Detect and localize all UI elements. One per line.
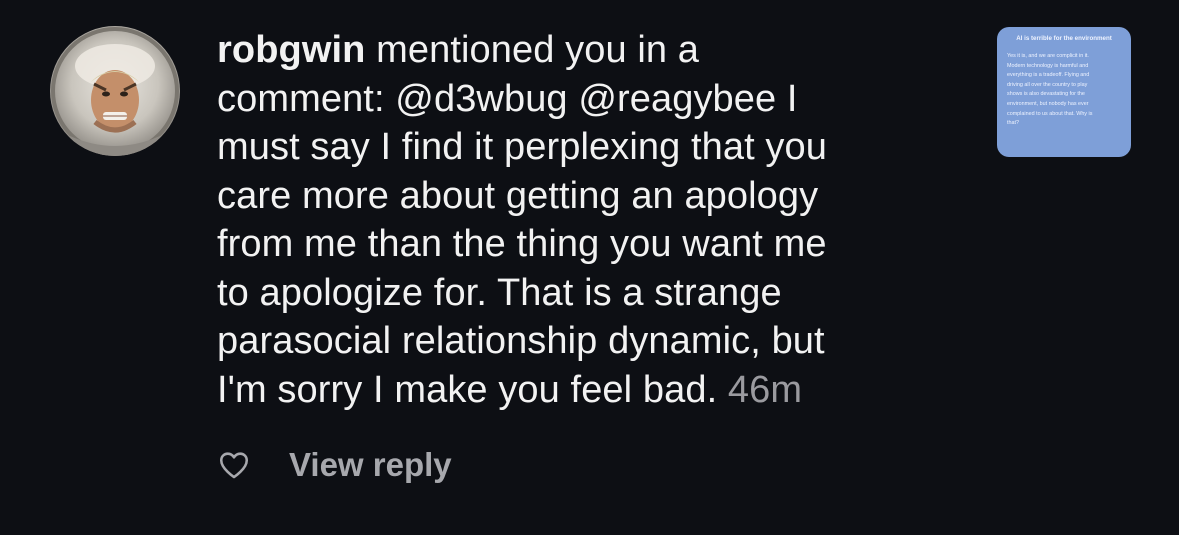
thumbnail-line: that? bbox=[1007, 120, 1019, 127]
like-button[interactable] bbox=[217, 448, 251, 482]
comment-line-6: to apologize for. That is a strange bbox=[217, 271, 782, 314]
avatar[interactable] bbox=[50, 26, 180, 156]
thumbnail-line: complained to us about that. Why is bbox=[1007, 110, 1093, 117]
thumbnail-line: Modern technology is harmful and bbox=[1007, 62, 1089, 69]
comment-text-end: I'm sorry I make you feel bad. bbox=[217, 368, 728, 411]
comment-text: mentioned you in a bbox=[365, 29, 700, 71]
notification-text: robgwin mentioned you in a comment: @d3w… bbox=[217, 26, 957, 414]
comment-line-2: comment: @d3wbug @reagybee I bbox=[217, 77, 798, 120]
comment-actions: View reply bbox=[217, 440, 452, 490]
thumbnail-line: Yes it is, and we are complicit in it. bbox=[1007, 53, 1089, 59]
avatar-photo bbox=[51, 27, 179, 156]
comment-line-4: care more about getting an apology bbox=[217, 174, 819, 217]
comment-line-3: must say I find it perplexing that you bbox=[217, 126, 827, 168]
thumbnail-line: driving all over the country to play bbox=[1007, 81, 1088, 88]
post-thumbnail[interactable]: AI is terrible for the environment Yes i… bbox=[997, 27, 1131, 157]
comment-line-8: I'm sorry I make you feel bad. 46m bbox=[217, 366, 957, 415]
thumbnail-title: AI is terrible for the environment bbox=[1016, 35, 1112, 42]
username-link[interactable]: robgwin bbox=[217, 29, 365, 71]
thumbnail-line: everything is a tradeoff. Flying and bbox=[1007, 72, 1090, 79]
comment-line-5: from me than the thing you want me bbox=[217, 223, 827, 265]
heart-outline-icon bbox=[219, 452, 249, 479]
view-reply-button[interactable]: View reply bbox=[289, 446, 452, 484]
comment-line-1: robgwin mentioned you in a bbox=[217, 26, 957, 75]
comment-line-7: parasocial relationship dynamic, but bbox=[217, 320, 825, 362]
thumbnail-line: shows is also devastating for the bbox=[1007, 91, 1085, 98]
timestamp: 46m bbox=[727, 368, 803, 411]
thumbnail-body: Yes it is, and we are complicit in it. M… bbox=[1007, 52, 1121, 129]
thumbnail-line: environment, but nobody has ever bbox=[1007, 100, 1089, 107]
